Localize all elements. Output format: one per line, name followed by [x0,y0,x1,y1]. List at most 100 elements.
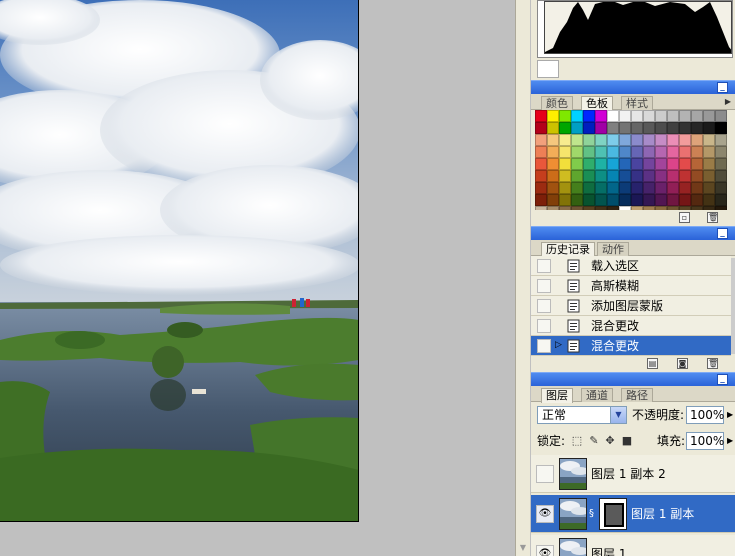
swatch-cell[interactable] [703,194,715,206]
swatch-cell[interactable] [631,182,643,194]
swatch-cell[interactable] [691,194,703,206]
history-scrollbar[interactable] [731,258,735,354]
swatch-cell[interactable] [655,110,667,122]
swatch-cell[interactable] [703,182,715,194]
lock-paint-icon[interactable]: ✎ [588,435,600,447]
history-state-row[interactable]: ▷ 混合更改 [531,336,731,356]
swatch-cell[interactable] [535,122,547,134]
swatch-cell[interactable] [679,146,691,158]
swatch-cell[interactable] [667,122,679,134]
swatch-cell[interactable] [559,134,571,146]
swatch-cell[interactable] [715,110,727,122]
swatch-cell[interactable] [547,194,559,206]
swatch-cell[interactable] [655,134,667,146]
swatch-cell[interactable] [643,194,655,206]
swatch-cell[interactable] [571,170,583,182]
swatch-cell[interactable] [547,122,559,134]
scroll-down-icon[interactable]: ▼ [517,542,529,554]
swatch-cell[interactable] [595,170,607,182]
tab-paths[interactable]: 路径 [621,388,653,402]
swatch-cell[interactable] [643,158,655,170]
swatch-cell[interactable] [691,170,703,182]
fill-input[interactable]: 100% [686,432,724,450]
swatch-cell[interactable] [583,134,595,146]
swatch-cell[interactable] [679,110,691,122]
swatch-cell[interactable] [547,158,559,170]
swatch-cell[interactable] [667,170,679,182]
swatch-cell[interactable] [583,146,595,158]
swatch-cell[interactable] [619,146,631,158]
swatch-cell[interactable] [595,182,607,194]
history-state-row[interactable]: 载入选区 [531,256,731,276]
swatch-cell[interactable] [595,158,607,170]
tab-color[interactable]: 颜色 [541,96,573,110]
swatch-cell[interactable] [655,194,667,206]
swatch-cell[interactable] [679,122,691,134]
swatch-cell[interactable] [535,194,547,206]
swatch-cell[interactable] [667,110,679,122]
swatch-grid[interactable] [535,110,731,218]
swatch-cell[interactable] [655,182,667,194]
swatch-cell[interactable] [607,158,619,170]
lock-all-icon[interactable]: ■ [621,435,633,447]
swatch-cell[interactable] [571,146,583,158]
swatch-cell[interactable] [715,158,727,170]
document-canvas[interactable] [0,0,359,522]
swatch-cell[interactable] [583,158,595,170]
history-state-row[interactable]: 高斯模糊 [531,276,731,296]
history-state-row[interactable]: 混合更改 [531,316,731,336]
swatch-cell[interactable] [559,170,571,182]
eye-icon[interactable]: 👁 [536,545,554,556]
swatch-cell[interactable] [607,110,619,122]
swatch-cell[interactable] [535,182,547,194]
swatch-cell[interactable] [571,122,583,134]
lock-transparency-icon[interactable]: ⬚ [571,435,583,447]
swatch-cell[interactable] [655,122,667,134]
swatch-cell[interactable] [535,170,547,182]
trash-icon[interactable]: 🗑 [707,358,718,369]
swatch-cell[interactable] [595,122,607,134]
navigator-zoom-box[interactable] [537,60,559,78]
tab-styles[interactable]: 样式 [621,96,653,110]
swatch-cell[interactable] [547,110,559,122]
swatch-cell[interactable] [667,194,679,206]
swatch-cell[interactable] [547,134,559,146]
minimize-icon[interactable]: _ [717,228,728,239]
history-brush-source-checkbox[interactable] [537,319,551,333]
layer-row[interactable]: 👁 § 图层 1 副本 [531,495,735,533]
swatch-cell[interactable] [691,134,703,146]
swatch-cell[interactable] [703,122,715,134]
swatch-cell[interactable] [679,194,691,206]
swatch-cell[interactable] [691,158,703,170]
swatch-cell[interactable] [679,134,691,146]
layer-row[interactable]: 图层 1 副本 2 [531,455,735,493]
swatch-cell[interactable] [631,194,643,206]
swatch-cell[interactable] [667,182,679,194]
history-brush-source-checkbox[interactable] [537,279,551,293]
swatch-cell[interactable] [583,194,595,206]
swatch-cell[interactable] [703,110,715,122]
swatch-cell[interactable] [607,134,619,146]
swatch-cell[interactable] [691,146,703,158]
swatch-cell[interactable] [595,146,607,158]
swatch-cell[interactable] [571,110,583,122]
swatch-cell[interactable] [559,122,571,134]
minimize-icon[interactable]: _ [717,82,728,93]
swatch-cell[interactable] [535,134,547,146]
swatch-cell[interactable] [715,122,727,134]
swatch-cell[interactable] [619,194,631,206]
swatch-cell[interactable] [655,158,667,170]
swatch-cell[interactable] [667,158,679,170]
history-state-row[interactable]: 添加图层蒙版 [531,296,731,316]
swatch-cell[interactable] [619,122,631,134]
tab-layers[interactable]: 图层 [541,388,573,403]
swatch-cell[interactable] [643,122,655,134]
swatch-cell[interactable] [595,194,607,206]
eye-icon[interactable]: 👁 [536,505,554,523]
swatch-cell[interactable] [535,110,547,122]
swatch-cell[interactable] [643,146,655,158]
swatch-cell[interactable] [715,194,727,206]
swatch-cell[interactable] [691,182,703,194]
swatch-cell[interactable] [535,158,547,170]
swatch-cell[interactable] [571,194,583,206]
